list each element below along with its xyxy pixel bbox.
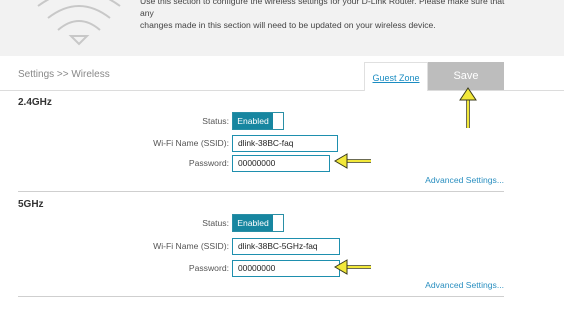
password-input-24[interactable]: 00000000: [232, 155, 330, 172]
section-divider-5: [18, 296, 504, 297]
save-button-label: Save: [453, 70, 479, 82]
status-toggle-5-value: Enabled: [233, 215, 273, 231]
status-toggle-24[interactable]: Enabled: [232, 112, 284, 130]
password-label-5: Password:: [188, 263, 229, 273]
ssid-label-5: Wi-Fi Name (SSID):: [153, 241, 229, 251]
advanced-settings-link-5[interactable]: Advanced Settings...: [400, 280, 504, 290]
annotation-arrow-up-icon: [459, 87, 477, 128]
status-label-5: Status:: [202, 218, 229, 228]
section-title-5ghz: 5GHz: [18, 199, 44, 210]
section-title-24ghz: 2.4GHz: [18, 97, 52, 108]
description-line-2: changes made in this section will need t…: [140, 20, 436, 30]
guest-zone-link[interactable]: Guest Zone: [365, 73, 427, 83]
ssid-label-24: Wi-Fi Name (SSID):: [153, 138, 229, 148]
wifi-icon: [37, 0, 121, 46]
breadcrumb: Settings >> Wireless: [18, 69, 110, 80]
status-toggle-5[interactable]: Enabled: [232, 214, 284, 232]
ssid-input-5[interactable]: dlink-38BC-5GHz-faq: [232, 238, 340, 255]
status-toggle-24-value: Enabled: [233, 113, 273, 129]
section-divider-24: [18, 191, 504, 192]
header-banner: Use this section to configure the wirele…: [0, 0, 564, 56]
guest-zone-tab[interactable]: Guest Zone: [364, 62, 428, 91]
annotation-arrow-left-icon: [334, 259, 371, 275]
annotation-arrow-left-icon: [334, 153, 371, 169]
password-input-5[interactable]: 00000000: [232, 260, 340, 277]
ssid-input-24[interactable]: dlink-38BC-faq: [232, 135, 338, 152]
section-description: Use this section to configure the wirele…: [140, 0, 520, 31]
password-label-24: Password:: [188, 158, 229, 168]
advanced-settings-link-24[interactable]: Advanced Settings...: [400, 175, 504, 185]
status-label-24: Status:: [202, 116, 229, 126]
description-line-1: Use this section to configure the wirele…: [140, 0, 505, 18]
